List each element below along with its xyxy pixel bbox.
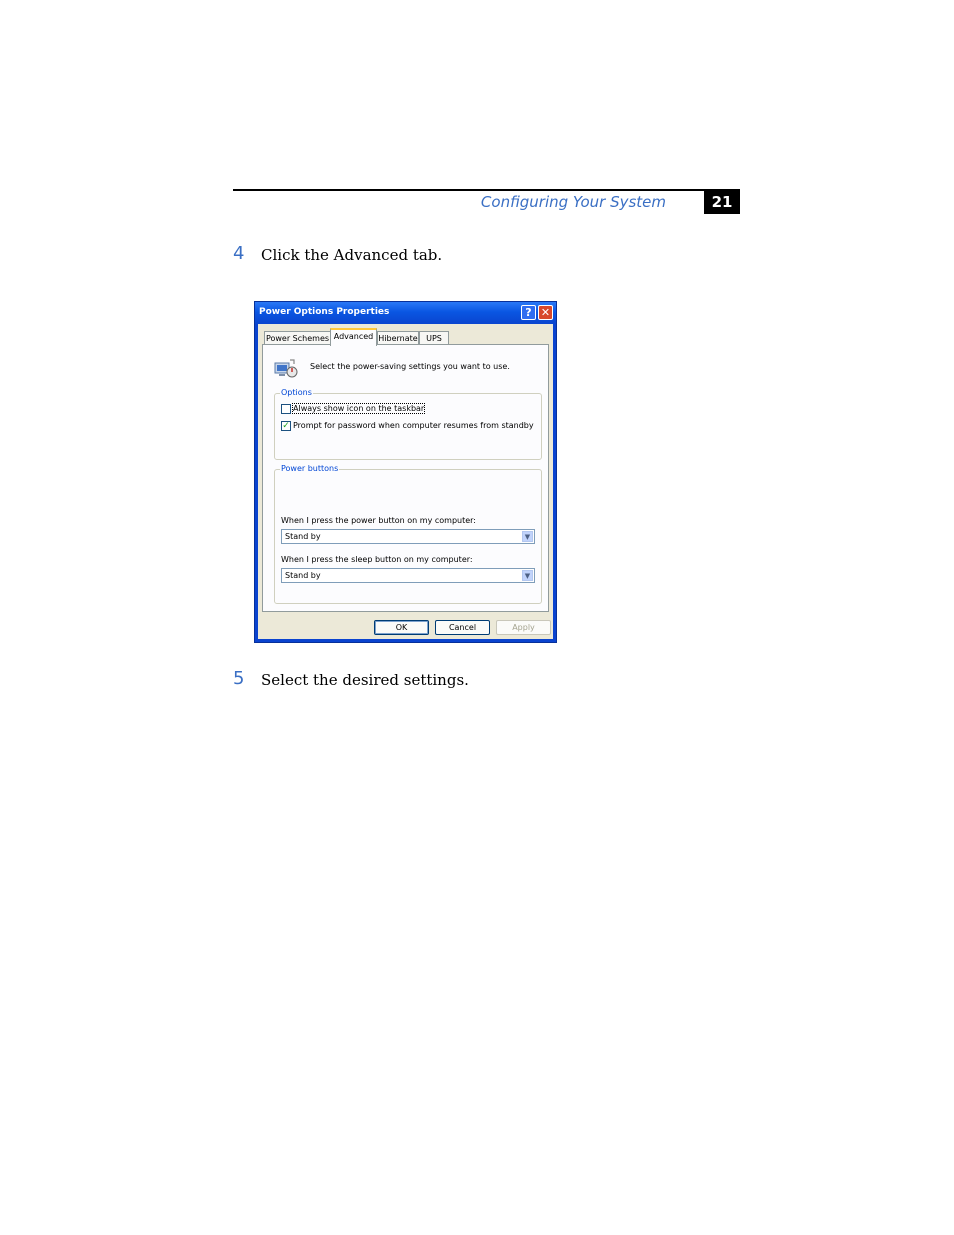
apply-button[interactable]: Apply [496,620,551,635]
advanced-tab-panel: Select the power-saving settings you wan… [262,344,549,612]
options-group: Options Always show icon on the taskbar … [274,388,542,460]
chevron-down-icon[interactable]: ▼ [522,531,533,542]
power-buttons-group: Power buttons When I press the power but… [274,464,542,604]
sleep-button-value: Stand by [285,571,321,580]
cancel-button[interactable]: Cancel [435,620,490,635]
close-button[interactable]: ✕ [538,305,553,320]
options-group-label: Options [280,388,313,397]
dialog-client-area: Power Schemes Advanced Hibernate UPS Sel… [258,324,553,639]
tab-power-schemes[interactable]: Power Schemes [264,331,331,345]
dialog-titlebar[interactable]: Power Options Properties ? ✕ [255,302,556,324]
power-button-select[interactable]: Stand by ▼ [281,529,535,544]
prompt-password-checkbox[interactable]: ✓ [281,421,291,431]
power-button-value: Stand by [285,532,321,541]
step-text: Select the desired settings. [261,671,469,689]
tab-hibernate[interactable]: Hibernate [377,331,419,345]
step-number: 5 [233,668,245,689]
taskbar-icon-label[interactable]: Always show icon on the taskbar [291,403,426,414]
ok-button[interactable]: OK [374,620,429,635]
step-number: 4 [233,243,245,264]
step-text: Click the Advanced tab. [261,246,443,264]
taskbar-icon-checkbox[interactable] [281,404,291,414]
power-options-dialog: Power Options Properties ? ✕ Power Schem… [254,301,557,643]
power-options-icon [274,359,298,378]
prompt-password-label[interactable]: Prompt for password when computer resume… [293,421,534,430]
help-button[interactable]: ? [521,305,536,320]
page-number: 21 [704,191,740,214]
section-title: Configuring Your System [480,193,666,211]
power-button-label: When I press the power button on my comp… [281,516,476,525]
sleep-button-label: When I press the sleep button on my comp… [281,555,473,564]
intro-text: Select the power-saving settings you wan… [310,362,510,371]
header-rule [233,189,740,191]
tab-advanced[interactable]: Advanced [330,328,377,346]
sleep-button-select[interactable]: Stand by ▼ [281,568,535,583]
chevron-down-icon[interactable]: ▼ [522,570,533,581]
power-buttons-group-label: Power buttons [280,464,340,473]
dialog-title: Power Options Properties [259,307,390,317]
tab-ups[interactable]: UPS [419,331,449,345]
